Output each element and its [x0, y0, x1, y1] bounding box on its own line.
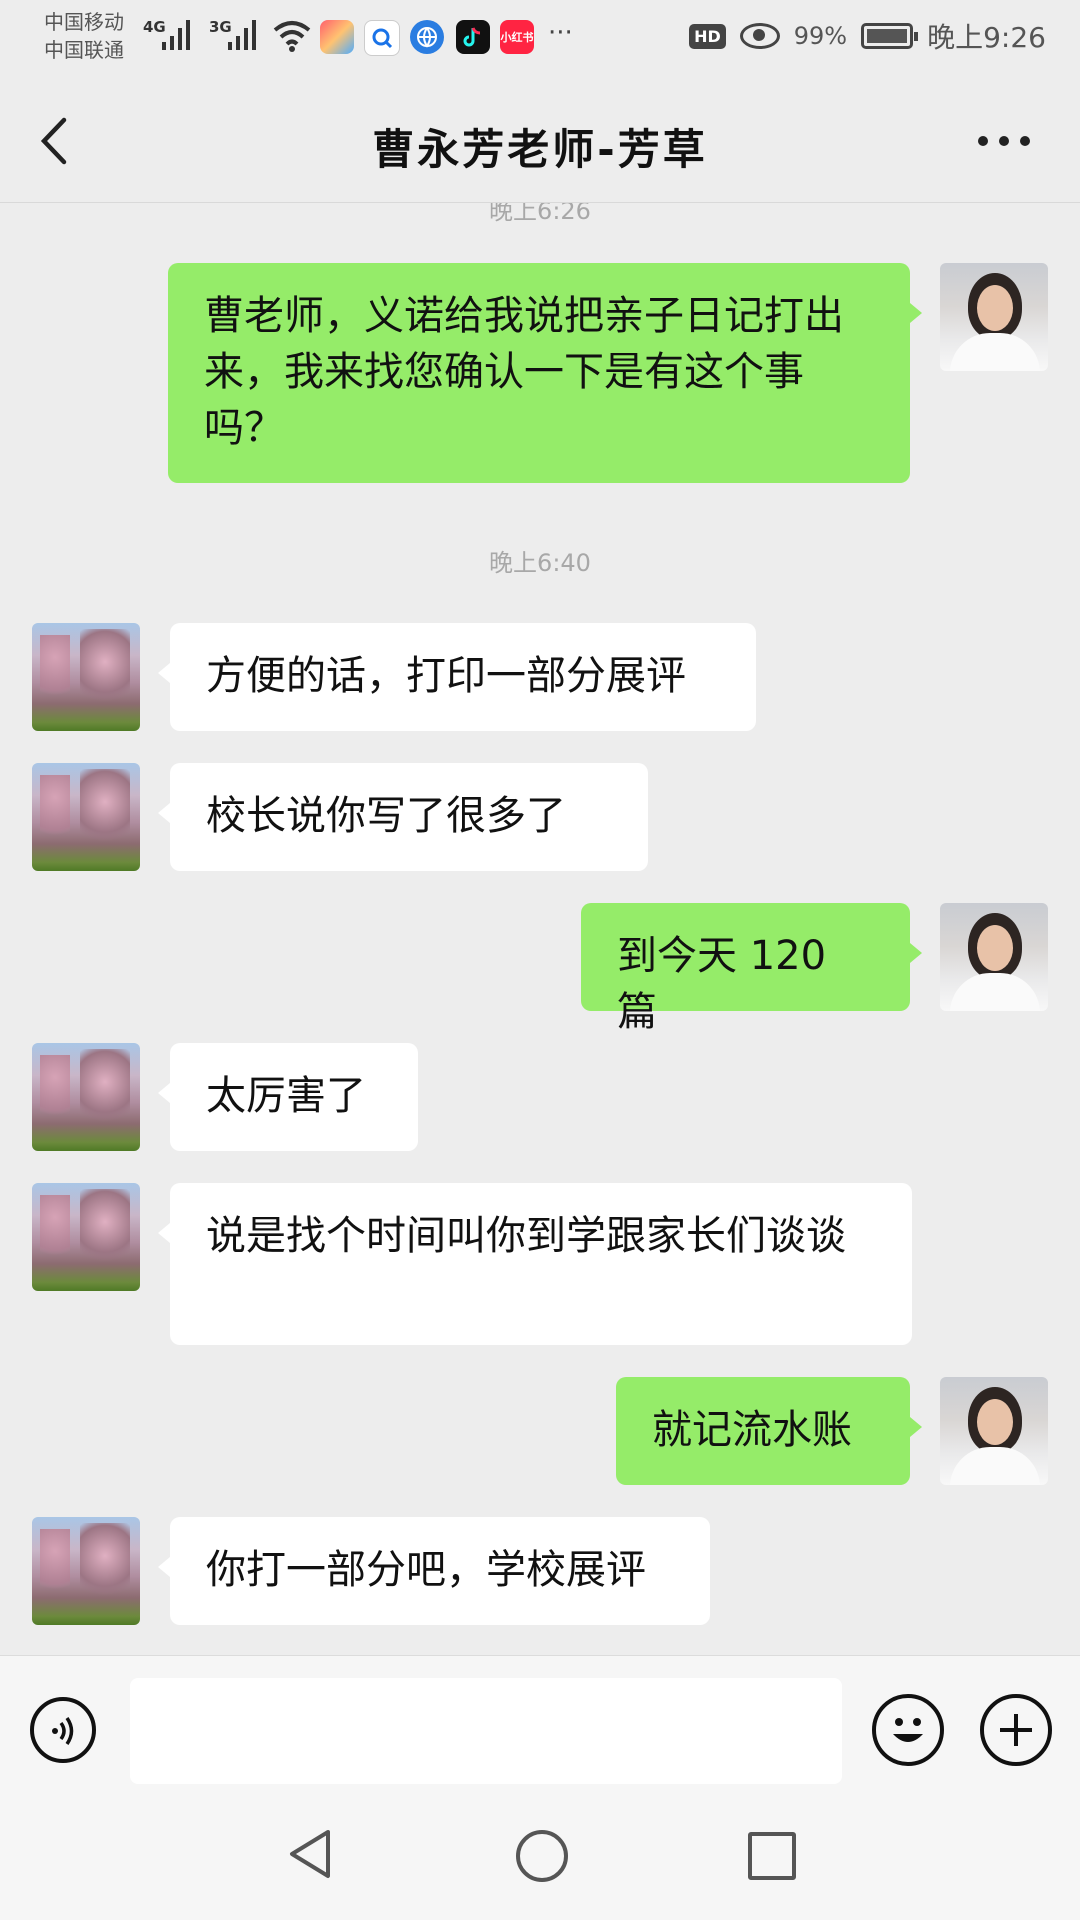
emoji-icon[interactable]: [872, 1694, 944, 1766]
status-right: HD 99% 晚上9:26: [689, 16, 1046, 56]
wifi-icon: [273, 21, 311, 52]
carrier-info: 中国移动 中国联通: [44, 8, 124, 64]
chat-header: 曹永芳老师-芳草: [0, 80, 1080, 203]
message-bubble-received[interactable]: 你打一部分吧，学校展评: [158, 1517, 710, 1625]
carrier-1: 中国移动: [44, 10, 124, 34]
carrier-2: 中国联通: [44, 38, 124, 62]
xiaohongshu-icon: 小红书: [500, 20, 534, 54]
nav-home-icon[interactable]: [516, 1830, 568, 1882]
more-notifications-icon: ···: [548, 18, 573, 48]
battery-icon: [861, 23, 919, 49]
status-bar: 中国移动 中国联通 4G 3G 小红书 ··· HD 99% 晚上9:26: [0, 0, 1080, 80]
my-avatar[interactable]: [940, 263, 1048, 371]
contact-avatar[interactable]: [32, 1517, 140, 1625]
hd-badge: HD: [689, 23, 726, 49]
signal-bars-1-icon: [162, 14, 190, 50]
chat-title: 曹永芳老师-芳草: [372, 125, 708, 174]
more-options-icon[interactable]: [978, 136, 1030, 146]
my-avatar[interactable]: [940, 1377, 1048, 1485]
color-app-icon: [320, 20, 354, 54]
signal-bars-2-icon: [228, 14, 256, 50]
contact-avatar[interactable]: [32, 1183, 140, 1291]
message-bubble-sent[interactable]: 到今天 120 篇: [581, 903, 922, 1035]
message-input[interactable]: [130, 1678, 842, 1784]
search-app-icon: [364, 20, 400, 56]
eye-comfort-icon: [739, 23, 780, 49]
system-navigation: [0, 1790, 1080, 1920]
battery-percent: 99%: [793, 22, 848, 50]
my-avatar[interactable]: [940, 903, 1048, 1011]
nav-recents-icon[interactable]: [748, 1832, 796, 1880]
contact-avatar[interactable]: [32, 1043, 140, 1151]
plus-icon[interactable]: [980, 1694, 1052, 1766]
tiktok-icon: [456, 20, 490, 54]
message-bubble-sent[interactable]: 曹老师，义诺给我说把亲子日记打出来，我来找您确认一下是有这个事吗？: [168, 263, 922, 483]
contact-avatar[interactable]: [32, 763, 140, 871]
timestamp: 晚上6:40: [489, 549, 591, 577]
message-bubble-received[interactable]: 说是找个时间叫你到学跟家长们谈谈: [158, 1183, 912, 1345]
clock: 晚上9:26: [927, 21, 1046, 54]
message-bubble-received[interactable]: 太厉害了: [158, 1043, 418, 1151]
nav-back-icon[interactable]: [286, 1828, 334, 1880]
voice-input-icon[interactable]: [30, 1697, 96, 1763]
contact-avatar[interactable]: [32, 623, 140, 731]
message-bubble-sent[interactable]: 就记流水账: [616, 1377, 922, 1485]
message-bubble-received[interactable]: 校长说你写了很多了: [158, 763, 648, 871]
timestamp-partial: 晚上6:26: [489, 203, 591, 225]
chat-messages[interactable]: 晚上6:26 曹老师，义诺给我说把亲子日记打出来，我来找您确认一下是有这个事吗？…: [0, 203, 1080, 1655]
browser-app-icon: [410, 20, 444, 54]
message-bubble-received[interactable]: 方便的话，打印一部分展评: [158, 623, 756, 731]
input-bar: [0, 1655, 1080, 1791]
